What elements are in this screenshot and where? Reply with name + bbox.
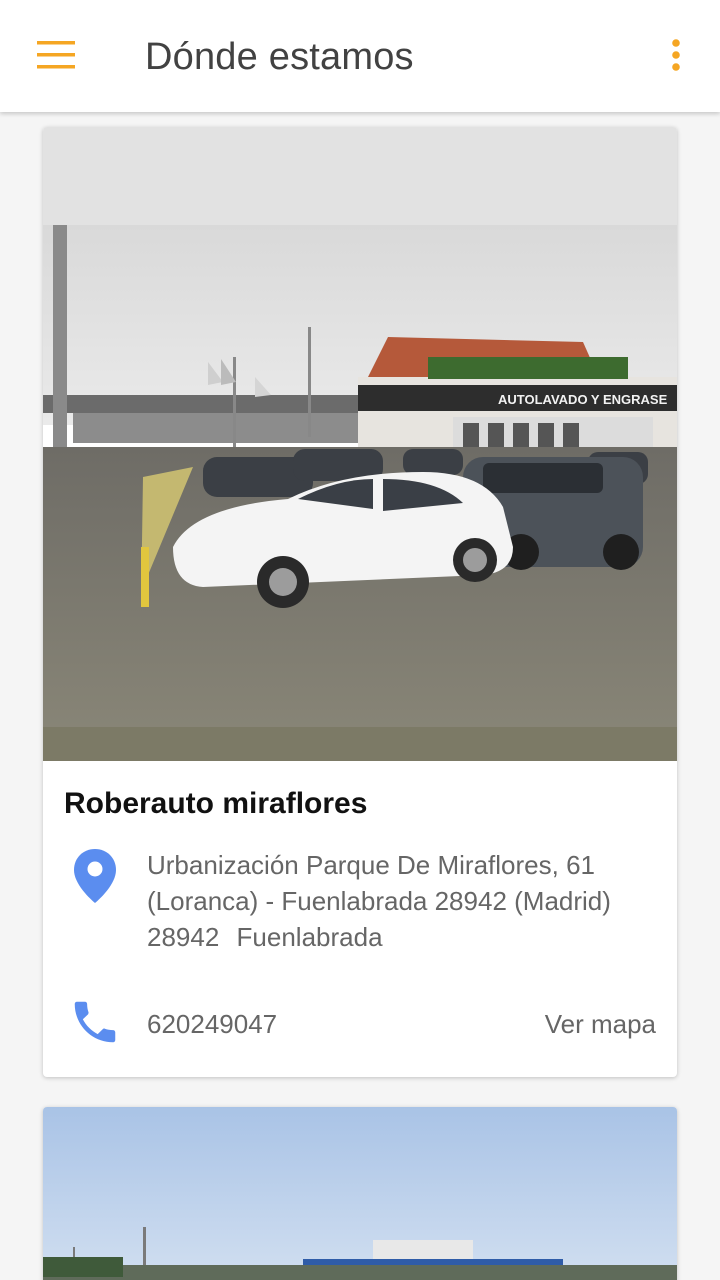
postal-code: 28942 [147,922,220,952]
city: Fuenlabrada [236,922,383,952]
location-name: Roberauto miraflores [64,787,368,820]
location-phone[interactable]: 620249047 [147,1009,277,1040]
location-city-line: 28942 Fuenlabrada [147,919,383,955]
hamburger-menu-icon [37,41,75,69]
location-card[interactable]: AUTOLAVADO Y ENGRASE Roberauto miraflore… [43,127,677,1077]
location-pin-icon [74,849,116,903]
location-photo [43,1107,677,1280]
app-bar: Dónde estamos [0,0,720,112]
locations-list[interactable]: AUTOLAVADO Y ENGRASE Roberauto miraflore… [0,112,720,1280]
location-photo: AUTOLAVADO Y ENGRASE [43,127,677,761]
more-vert-icon [672,39,680,71]
overflow-menu-button[interactable] [652,30,700,82]
menu-button[interactable] [28,30,84,80]
phone-icon[interactable] [68,995,122,1049]
location-card[interactable] [43,1107,677,1280]
view-map-link[interactable]: Ver mapa [545,1009,656,1040]
svg-text:AUTOLAVADO Y ENGRASE: AUTOLAVADO Y ENGRASE [498,392,668,407]
page-title: Dónde estamos [145,36,414,78]
location-address: Urbanización Parque De Miraflores, 61 (L… [147,850,611,916]
